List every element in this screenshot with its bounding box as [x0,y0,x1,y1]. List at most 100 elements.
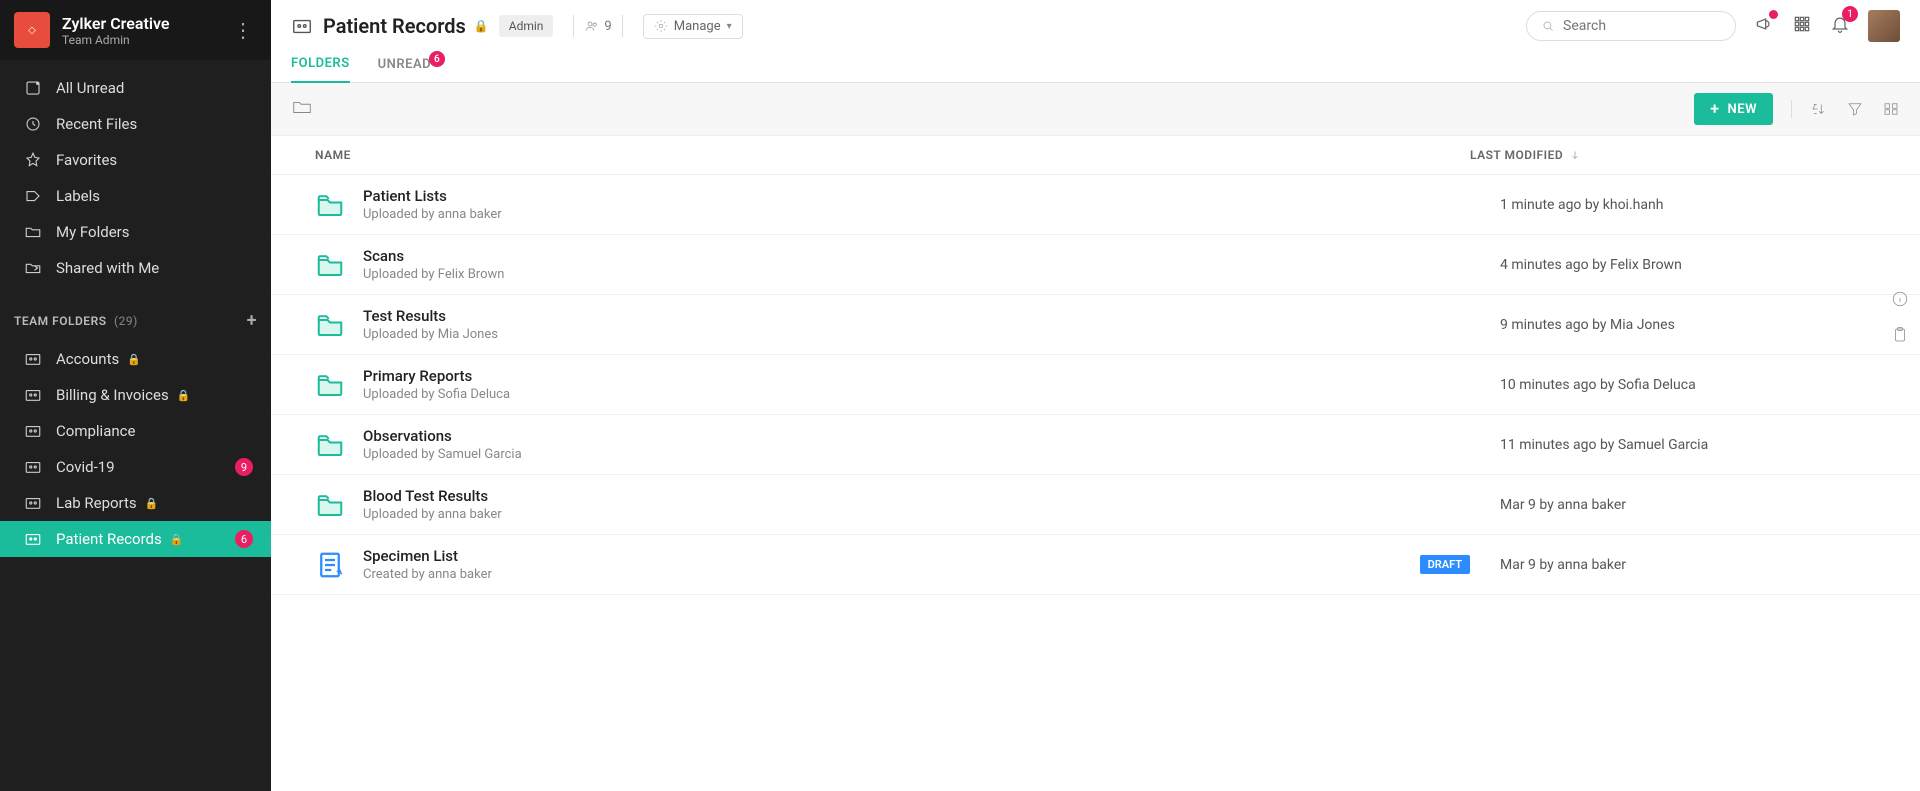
nav-label: Recent Files [56,115,137,133]
row-subtitle: Uploaded by anna baker [363,507,1500,522]
clock-icon [24,115,42,133]
row-title: Specimen List [363,547,1420,565]
folder-icon [315,430,345,460]
table-row[interactable]: ScansUploaded by Felix Brown4 minutes ag… [271,235,1920,295]
teamfolder-icon [24,530,42,548]
plus-icon: + [1710,101,1719,117]
manage-button[interactable]: Manage ▾ [643,14,743,39]
row-title: Primary Reports [363,367,1500,385]
team-item-label: Compliance [56,422,135,440]
teamfolder-icon [24,458,42,476]
sidebar-menu-button[interactable]: ⋮ [229,14,257,46]
table-row[interactable]: Test ResultsUploaded by Mia Jones9 minut… [271,295,1920,355]
table-row[interactable]: Blood Test Results Uploaded by anna baker… [271,475,1920,535]
clipboard-icon[interactable] [1891,326,1909,344]
divider [573,15,574,37]
add-team-folder-button[interactable]: + [247,310,257,331]
notifications-button[interactable]: 1 [1830,14,1850,38]
nav-label: Labels [56,187,100,205]
team-item-label: Lab Reports [56,494,137,512]
lock-icon: 🔒 [177,389,191,402]
column-modified[interactable]: LAST MODIFIED [1470,148,1900,162]
table-row[interactable]: Patient ListsUploaded by anna baker1 min… [271,175,1920,235]
top-icons: 1 [1754,10,1900,42]
team-folders-title: TEAM FOLDERS [14,314,107,328]
table-row[interactable]: ObservationsUploaded by Samuel Garcia11 … [271,415,1920,475]
gear-icon [654,19,668,33]
team-item-label: Patient Records [56,530,162,548]
nav-recent-files[interactable]: Recent Files [0,106,271,142]
info-icon[interactable] [1891,290,1909,308]
members-count[interactable]: 9 [584,18,611,34]
row-title: Test Results [363,307,1500,325]
team-item-lab[interactable]: Lab Reports 🔒 [0,485,271,521]
tab-label: FOLDERS [291,56,350,71]
team-item-accounts[interactable]: Accounts 🔒 [0,341,271,377]
arrow-down-icon [1569,149,1581,161]
nav-all-unread[interactable]: All Unread [0,70,271,106]
team-item-label: Covid-19 [56,458,115,476]
team-item-billing[interactable]: Billing & Invoices 🔒 [0,377,271,413]
user-avatar[interactable] [1868,10,1900,42]
column-name[interactable]: NAME [315,148,1470,162]
unread-badge: 6 [235,530,253,548]
team-item-label: Accounts [56,350,119,368]
unread-icon [24,79,42,97]
row-main: Specimen List Created by anna baker [363,547,1420,582]
brand-subtitle: Team Admin [62,33,229,47]
tab-folders[interactable]: FOLDERS [291,56,350,83]
folder-icon [315,370,345,400]
row-modified: 10 minutes ago by Sofia Deluca [1500,377,1900,393]
row-main: ObservationsUploaded by Samuel Garcia [363,427,1500,462]
search-box[interactable] [1526,11,1736,41]
team-item-covid[interactable]: Covid-19 9 [0,449,271,485]
page-title: Patient Records [323,14,466,38]
row-main: Primary Reports Uploaded by Sofia Deluca [363,367,1500,402]
folder-icon [315,250,345,280]
column-modified-label: LAST MODIFIED [1470,148,1563,162]
nav-label: My Folders [56,223,130,241]
sidebar: ◇ Zylker Creative Team Admin ⋮ All Unrea… [0,0,271,791]
sort-az-icon[interactable] [1810,100,1828,118]
lock-icon: 🔒 [127,353,141,366]
row-subtitle: Uploaded by Sofia Deluca [363,387,1500,402]
folder-icon[interactable] [291,96,313,122]
nav-label: All Unread [56,79,124,97]
tab-unread[interactable]: UNREAD 6 [378,57,431,82]
role-chip: Admin [499,15,554,37]
right-rail [1880,270,1920,344]
lock-icon: 🔒 [474,19,489,33]
apps-button[interactable] [1792,14,1812,38]
dot-badge [1769,10,1778,19]
new-button[interactable]: + NEW [1694,93,1773,125]
brand-logo: ◇ [14,12,50,48]
team-item-patient-records[interactable]: Patient Records 🔒 6 [0,521,271,557]
team-folders-count: (29) [114,314,138,328]
nav-labels[interactable]: Labels [0,178,271,214]
announce-button[interactable] [1754,14,1774,38]
main: Patient Records 🔒 Admin 9 Manage ▾ [271,0,1920,791]
nav-favorites[interactable]: Favorites [0,142,271,178]
row-main: ScansUploaded by Felix Brown [363,247,1500,282]
nav-my-folders[interactable]: My Folders [0,214,271,250]
row-title: Scans [363,247,1500,265]
draft-badge: DRAFT [1420,555,1470,574]
row-subtitle: Created by anna baker [363,567,1420,582]
row-modified: 4 minutes ago by Felix Brown [1500,257,1900,273]
row-title: Blood Test Results [363,487,1500,505]
toolbar-right [1791,100,1900,118]
table-row[interactable]: Specimen ListCreated by anna bakerDRAFTM… [271,535,1920,595]
table-header: NAME LAST MODIFIED [271,136,1920,175]
search-input[interactable] [1563,18,1721,34]
doc-icon [315,550,345,580]
team-item-compliance[interactable]: Compliance [0,413,271,449]
view-icon[interactable] [1882,100,1900,118]
lock-icon: 🔒 [170,533,184,546]
row-modified: 9 minutes ago by Mia Jones [1500,317,1900,333]
nav-shared[interactable]: Shared with Me [0,250,271,286]
table-row[interactable]: Primary Reports Uploaded by Sofia Deluca1… [271,355,1920,415]
brand-text: Zylker Creative Team Admin [62,14,229,47]
filter-icon[interactable] [1846,100,1864,118]
folder-icon [315,310,345,340]
teamfolder-icon [291,15,313,37]
